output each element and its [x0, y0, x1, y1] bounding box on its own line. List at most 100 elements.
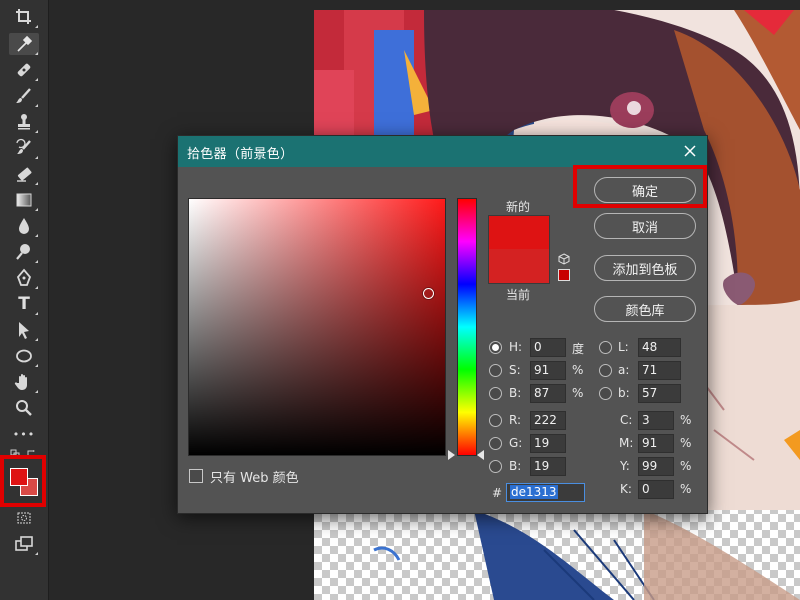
b-channel-input[interactable]: 57 [638, 384, 681, 403]
cyan-unit: % [680, 413, 692, 427]
hex-input[interactable]: de1313 [506, 483, 585, 502]
b-channel-label: b: [618, 386, 630, 400]
a-channel-label: a: [618, 363, 630, 377]
brightness-input[interactable]: 87 [530, 384, 566, 403]
magenta-label: M: [619, 436, 634, 450]
screen-mode-tool[interactable] [9, 533, 39, 555]
tools-panel: T ••• [0, 0, 49, 600]
web-safe-color-swatch[interactable] [558, 269, 570, 281]
eyedropper-tool[interactable] [9, 33, 39, 55]
path-selection-tool[interactable] [9, 319, 39, 341]
gradient-tool[interactable] [9, 189, 39, 211]
green-input[interactable]: 19 [530, 434, 566, 453]
current-color-label: 当前 [505, 288, 530, 302]
pen-tool[interactable] [9, 267, 39, 289]
quick-mask-tool[interactable] [9, 507, 39, 529]
red-radio[interactable] [489, 414, 502, 427]
zoom-tool-icon [16, 400, 32, 416]
saturation-input[interactable]: 91 [530, 361, 566, 380]
history-brush-tool[interactable] [9, 137, 39, 159]
lightness-input[interactable]: 48 [638, 338, 681, 357]
yellow-input[interactable]: 99 [638, 457, 674, 476]
hue-slider[interactable] [457, 198, 477, 456]
hand-tool[interactable] [9, 371, 39, 393]
more-tools[interactable]: ••• [9, 423, 39, 445]
type-tool[interactable]: T [9, 293, 39, 315]
cyan-label: C: [620, 413, 633, 427]
blue-label: B: [509, 459, 522, 473]
screen-mode-icon [15, 536, 33, 551]
ellipse-tool-icon [16, 349, 32, 363]
brightness-label: B: [509, 386, 522, 400]
a-channel-radio[interactable] [599, 364, 612, 377]
close-icon[interactable] [681, 142, 699, 160]
type-tool-icon: T [18, 294, 30, 314]
saturation-brightness-field[interactable] [188, 198, 446, 456]
new-color-label: 新的 [505, 200, 530, 214]
eraser-tool-icon [17, 167, 32, 182]
new-color-swatch [488, 215, 550, 250]
hue-unit: 度 [572, 342, 585, 356]
green-label: G: [509, 436, 523, 450]
path-selection-tool-icon [19, 322, 29, 339]
a-channel-input[interactable]: 71 [638, 361, 681, 380]
foreground-color-swatch[interactable] [10, 468, 28, 486]
pen-tool-icon [16, 268, 32, 286]
ok-button[interactable]: 确定 [594, 177, 696, 203]
history-brush-tool-icon [16, 138, 31, 154]
current-color-swatch[interactable] [488, 249, 550, 284]
web-colors-only-checkbox[interactable] [189, 469, 203, 483]
black-label: K: [620, 482, 632, 496]
clone-stamp-tool[interactable] [9, 111, 39, 133]
zoom-tool[interactable] [9, 397, 39, 419]
add-to-swatches-button[interactable]: 添加到色板 [594, 255, 696, 281]
blue-input[interactable]: 19 [530, 457, 566, 476]
color-field-cursor[interactable] [423, 288, 434, 299]
brightness-radio[interactable] [489, 387, 502, 400]
dialog-title-bar[interactable]: 拾色器（前景色） [178, 136, 707, 167]
hue-input[interactable]: 0 [530, 338, 566, 357]
saturation-radio[interactable] [489, 364, 502, 377]
blur-tool-icon [19, 218, 29, 234]
cyan-input[interactable]: 3 [638, 411, 674, 430]
b-channel-radio[interactable] [599, 387, 612, 400]
healing-brush-tool[interactable] [9, 59, 39, 81]
brush-tool[interactable] [9, 85, 39, 107]
brush-tool-icon [16, 88, 31, 103]
ellipse-tool[interactable] [9, 345, 39, 367]
red-input[interactable]: 222 [530, 411, 566, 430]
web-colors-only-label: 只有 Web 颜色 [210, 471, 299, 486]
quick-mask-icon [17, 512, 31, 524]
hue-slider-handle-left[interactable] [448, 450, 455, 460]
dialog-title: 拾色器（前景色） [187, 147, 294, 162]
eraser-tool[interactable] [9, 163, 39, 185]
web-safe-cube-icon[interactable] [558, 253, 570, 265]
black-input[interactable]: 0 [638, 480, 674, 499]
brightness-unit: % [572, 386, 584, 400]
saturation-label: S: [509, 363, 521, 377]
healing-brush-tool-icon [17, 63, 31, 77]
eyedropper-tool-icon [17, 35, 33, 52]
black-unit: % [680, 482, 692, 496]
hue-slider-handle-right[interactable] [477, 450, 484, 460]
more-tools-icon: ••• [12, 427, 36, 441]
clone-stamp-tool-icon [18, 114, 30, 130]
hue-radio[interactable] [489, 341, 502, 354]
cancel-button[interactable]: 取消 [594, 213, 696, 239]
green-radio[interactable] [489, 437, 502, 450]
dodge-tool[interactable] [9, 241, 39, 263]
crop-tool-icon [16, 9, 31, 24]
hex-label: # [492, 486, 503, 500]
hand-tool-icon [14, 374, 27, 390]
lightness-radio[interactable] [599, 341, 612, 354]
blur-tool[interactable] [9, 215, 39, 237]
blue-radio[interactable] [489, 460, 502, 473]
magenta-unit: % [680, 436, 692, 450]
magenta-input[interactable]: 91 [638, 434, 674, 453]
color-libraries-button[interactable]: 颜色库 [594, 296, 696, 322]
yellow-unit: % [680, 459, 692, 473]
crop-tool[interactable] [9, 6, 39, 28]
dodge-tool-icon [16, 244, 30, 260]
saturation-unit: % [572, 363, 584, 377]
yellow-label: Y: [620, 459, 630, 473]
